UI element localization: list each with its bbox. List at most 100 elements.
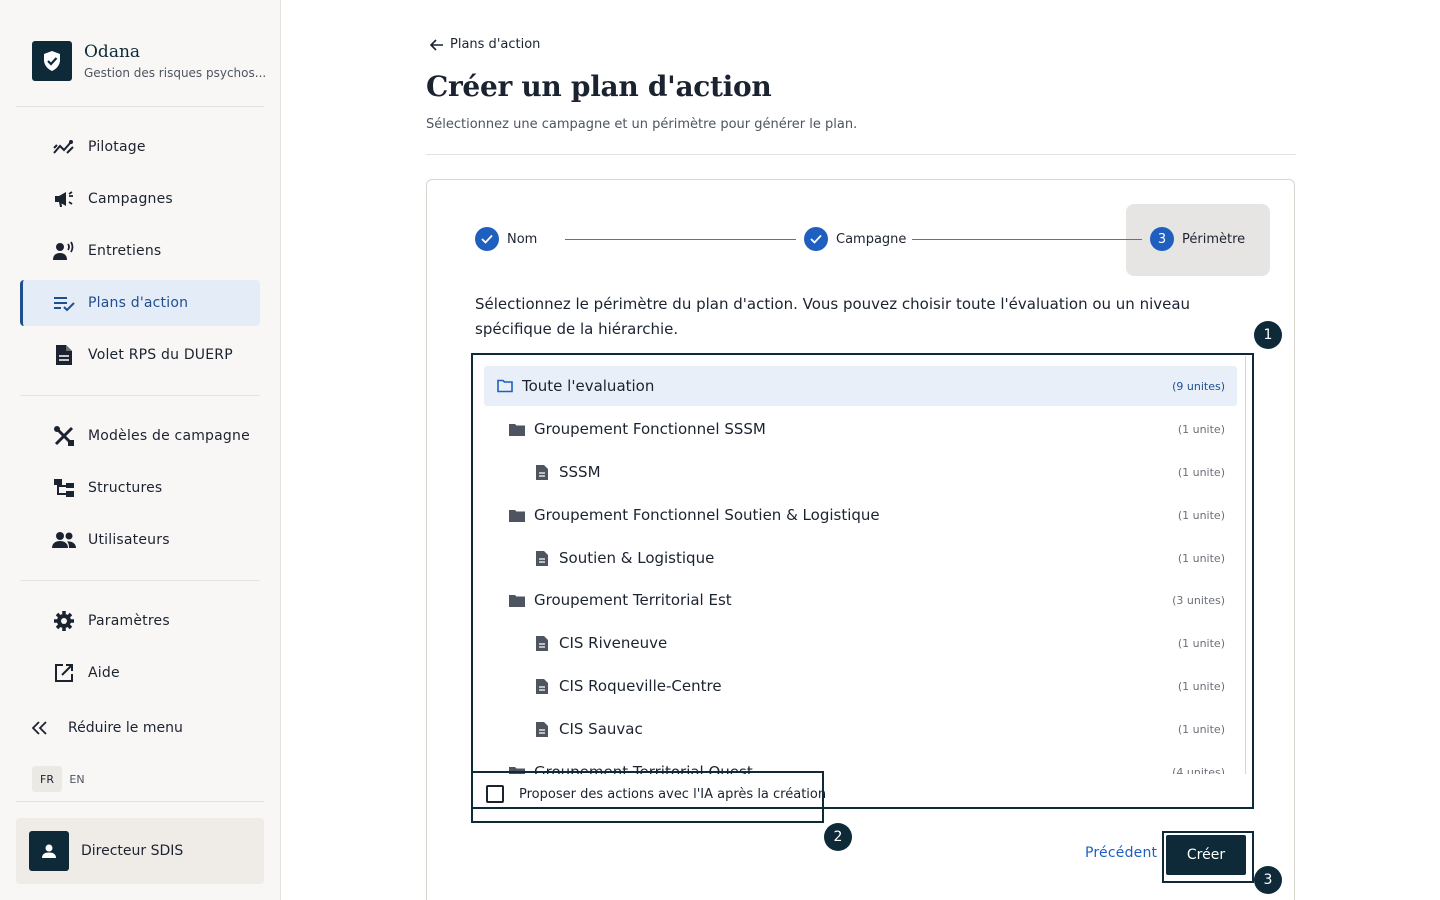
step-label: Périmètre	[1182, 231, 1246, 247]
tree-item-count: (1 unite)	[1177, 465, 1225, 479]
nav-label: Entretiens	[88, 243, 162, 259]
tree-item[interactable]: Soutien & Logistique (1 unite)	[484, 538, 1237, 578]
arrow-left-icon	[430, 38, 444, 51]
nav-item-volet-rps[interactable]: Volet RPS du DUERP	[20, 332, 260, 378]
nav-item-campagnes[interactable]: Campagnes	[20, 176, 260, 222]
step-label: Nom	[507, 231, 538, 247]
divider	[20, 395, 260, 396]
divider	[426, 154, 1296, 155]
user-card[interactable]: Directeur SDIS	[16, 818, 264, 884]
double-chevron-left-icon	[32, 721, 56, 735]
step-nom[interactable]: Nom	[475, 227, 537, 251]
back-link[interactable]: Plans d'action	[430, 37, 540, 52]
folder-icon	[509, 592, 525, 608]
tree-item-label: CIS Roqueville-Centre	[559, 677, 722, 695]
tree-item[interactable]: CIS Sauvac (1 unite)	[484, 709, 1237, 749]
tree-item[interactable]: Toute l'evaluation (9 unites)	[484, 366, 1237, 406]
file-icon	[534, 550, 550, 566]
step-perimetre[interactable]: 3 Périmètre	[1150, 227, 1245, 251]
divider	[20, 580, 260, 581]
file-icon	[534, 678, 550, 694]
tree-item-count: (1 unite)	[1177, 551, 1225, 565]
tree-item-label: Soutien & Logistique	[559, 549, 715, 567]
tree-item-label: Groupement Territorial Est	[534, 591, 732, 609]
tree-item-count: (3 unites)	[1172, 593, 1225, 607]
nav-item-aide[interactable]: Aide	[20, 650, 260, 696]
file-icon	[534, 635, 550, 651]
scope-instruction: Sélectionnez le périmètre du plan d'acti…	[475, 295, 1191, 338]
ia-actions-checkbox[interactable]	[486, 785, 504, 803]
tree-item-label: Groupement Territorial Ouest	[534, 763, 753, 774]
previous-button[interactable]: Précédent	[1085, 845, 1157, 861]
ia-actions-option[interactable]: Proposer des actions avec l'IA après la …	[486, 785, 826, 803]
nav-item-entretiens[interactable]: Entretiens	[20, 228, 260, 274]
nav-item-utilisateurs[interactable]: Utilisateurs	[20, 517, 260, 563]
back-label: Plans d'action	[450, 37, 541, 52]
tree-item-label: Groupement Fonctionnel SSSM	[534, 420, 766, 438]
nav-label: Structures	[88, 480, 163, 496]
tree-item-count: (1 unite)	[1177, 679, 1225, 693]
divider	[16, 106, 264, 107]
step-label: Campagne	[836, 231, 907, 247]
tree-item-count: (1 unite)	[1177, 508, 1225, 522]
tree-item-label: Toute l'evaluation	[522, 377, 655, 395]
nav-label: Campagnes	[88, 191, 173, 207]
tree-item[interactable]: Groupement Fonctionnel SSSM (1 unite)	[484, 409, 1237, 449]
folder-open-icon	[497, 378, 513, 394]
language-switcher: FR EN	[32, 766, 92, 792]
step-connector	[565, 239, 796, 240]
collapse-menu-button[interactable]: Réduire le menu	[32, 720, 183, 736]
tree-item-count: (9 unites)	[1172, 379, 1225, 393]
page-subtitle: Sélectionnez une campagne et un périmètr…	[426, 117, 858, 132]
step-campagne[interactable]: Campagne	[804, 227, 906, 251]
tree-item[interactable]: Groupement Fonctionnel Soutien & Logisti…	[484, 495, 1237, 535]
tree-item-count: (1 unite)	[1177, 722, 1225, 736]
app-subtitle: Gestion des risques psychos...	[84, 66, 267, 80]
tree-item[interactable]: CIS Roqueville-Centre (1 unite)	[484, 666, 1237, 706]
check-icon	[804, 227, 828, 251]
create-button[interactable]: Créer	[1166, 835, 1246, 875]
page-title: Créer un plan d'action	[426, 70, 772, 103]
tree-item[interactable]: CIS Riveneuve (1 unite)	[484, 623, 1237, 663]
annotation-badge-3: 3	[1254, 866, 1282, 894]
users-icon	[52, 528, 76, 552]
folder-icon	[509, 507, 525, 523]
brand[interactable]: Odana Gestion des risques psychos...	[32, 41, 266, 81]
gear-icon	[52, 609, 76, 633]
shield-check-icon	[32, 41, 72, 81]
nav-item-structures[interactable]: Structures	[20, 465, 260, 511]
divider	[16, 801, 264, 802]
lang-fr[interactable]: FR	[32, 766, 62, 792]
ia-actions-label: Proposer des actions avec l'IA après la …	[519, 786, 827, 802]
folder-icon	[509, 421, 525, 437]
tree-item[interactable]: SSSM (1 unite)	[484, 452, 1237, 492]
folder-icon	[509, 764, 525, 774]
tree-item[interactable]: Groupement Territorial Ouest (4 unites)	[484, 752, 1237, 774]
app-name: Odana	[84, 42, 141, 62]
nav-label: Volet RPS du DUERP	[88, 347, 233, 363]
megaphone-icon	[52, 187, 76, 211]
tree-item-count: (1 unite)	[1177, 422, 1225, 436]
nav-label: Utilisateurs	[88, 532, 170, 548]
scope-tree[interactable]: Toute l'evaluation (9 unites) Groupement…	[476, 356, 1246, 774]
chart-line-icon	[52, 135, 76, 159]
nav-label: Pilotage	[88, 139, 146, 155]
sidebar: Odana Gestion des risques psychos... Pil…	[0, 0, 281, 900]
collapse-label: Réduire le menu	[68, 720, 183, 736]
tree-item-label: SSSM	[559, 463, 601, 481]
tree-item[interactable]: Groupement Territorial Est (3 unites)	[484, 580, 1237, 620]
nav-item-plans-action[interactable]: Plans d'action	[20, 280, 260, 326]
file-icon	[534, 464, 550, 480]
lang-en[interactable]: EN	[62, 766, 92, 792]
nav-item-pilotage[interactable]: Pilotage	[20, 124, 260, 170]
nav-item-parametres[interactable]: Paramètres	[20, 598, 260, 644]
nav-label: Modèles de campagne	[88, 428, 250, 444]
nav-label: Paramètres	[88, 613, 170, 629]
tree-item-count: (1 unite)	[1177, 636, 1225, 650]
person-speaking-icon	[52, 239, 76, 263]
nav-item-modeles-campagne[interactable]: Modèles de campagne	[20, 413, 260, 459]
user-avatar-icon	[29, 831, 69, 871]
annotation-badge-1: 1	[1254, 321, 1282, 349]
check-icon	[475, 227, 499, 251]
tree-item-label: Groupement Fonctionnel Soutien & Logisti…	[534, 506, 880, 524]
